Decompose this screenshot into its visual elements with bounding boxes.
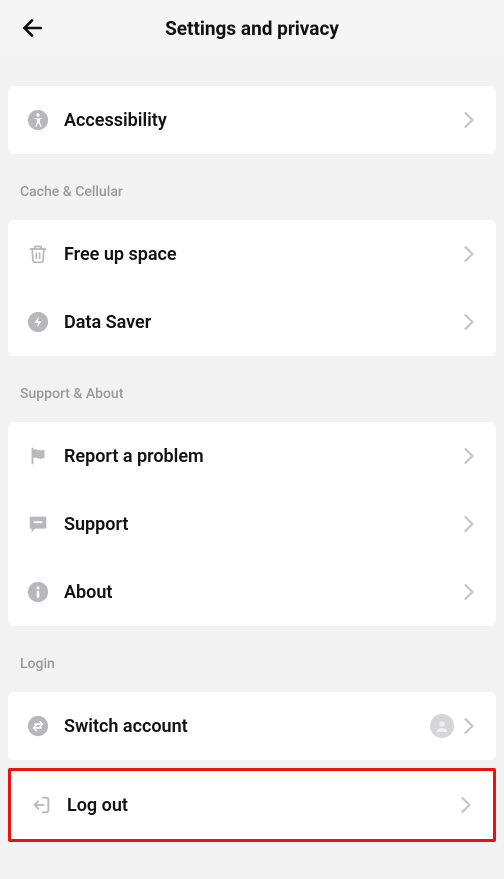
chevron-right-icon — [460, 245, 478, 263]
row-label: About — [64, 582, 460, 603]
row-label: Data Saver — [64, 312, 460, 333]
avatar-icon — [430, 714, 454, 738]
chevron-right-icon — [457, 796, 475, 814]
trash-icon — [24, 240, 52, 268]
chevron-right-icon — [460, 515, 478, 533]
row-free-up-space[interactable]: Free up space — [8, 220, 496, 288]
card-support: Report a problem Support About — [8, 422, 496, 626]
row-data-saver[interactable]: Data Saver — [8, 288, 496, 356]
row-label: Support — [64, 514, 460, 535]
chevron-right-icon — [460, 313, 478, 331]
data-saver-icon — [24, 308, 52, 336]
chevron-right-icon — [460, 583, 478, 601]
row-about[interactable]: About — [8, 558, 496, 626]
chevron-right-icon — [460, 447, 478, 465]
card-cache: Free up space Data Saver — [8, 220, 496, 356]
row-support[interactable]: Support — [8, 490, 496, 558]
row-label: Accessibility — [64, 110, 460, 131]
card-login-switch: Switch account — [8, 692, 496, 760]
chat-icon — [24, 510, 52, 538]
section-label-support: Support & About — [0, 364, 504, 414]
header-bar: Settings and privacy — [0, 0, 504, 56]
row-accessibility[interactable]: Accessibility — [8, 86, 496, 154]
row-switch-account[interactable]: Switch account — [8, 692, 496, 760]
info-icon — [24, 578, 52, 606]
row-report-problem[interactable]: Report a problem — [8, 422, 496, 490]
switch-icon — [24, 712, 52, 740]
row-label: Report a problem — [64, 446, 460, 467]
section-label-cache: Cache & Cellular — [0, 162, 504, 212]
accessibility-icon — [24, 106, 52, 134]
row-label: Free up space — [64, 244, 460, 265]
row-label: Switch account — [64, 716, 430, 737]
row-log-out[interactable]: Log out — [11, 771, 493, 839]
card-top: Accessibility — [8, 86, 496, 154]
section-label-login: Login — [0, 634, 504, 684]
row-label: Log out — [67, 795, 457, 816]
flag-icon — [24, 442, 52, 470]
page-title: Settings and privacy — [12, 17, 492, 40]
card-login-logout-highlighted: Log out — [8, 768, 496, 842]
chevron-right-icon — [460, 717, 478, 735]
chevron-right-icon — [460, 111, 478, 129]
logout-icon — [27, 791, 55, 819]
